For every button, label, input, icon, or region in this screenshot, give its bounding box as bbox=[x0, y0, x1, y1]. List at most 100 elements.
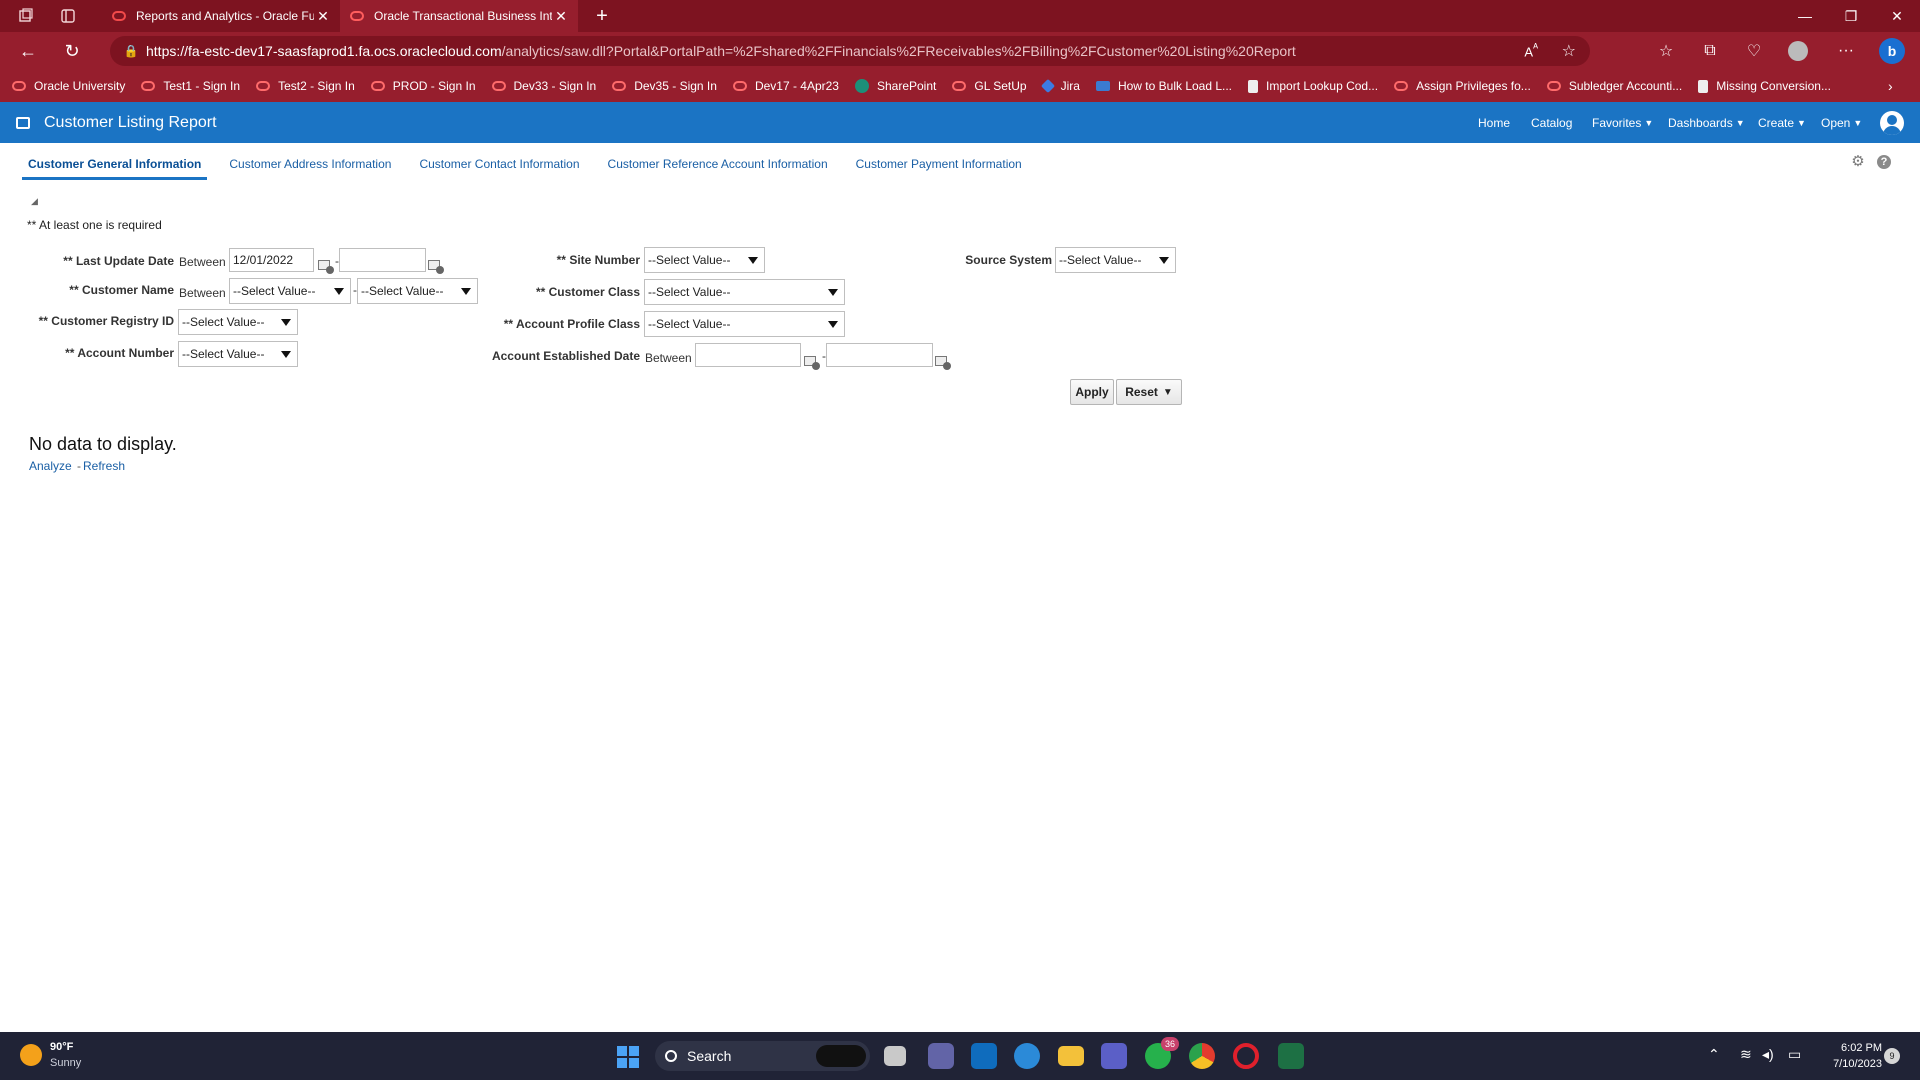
reload-icon[interactable]: ↻ bbox=[54, 35, 90, 67]
tab-customer-address-information[interactable]: Customer Address Information bbox=[223, 153, 397, 177]
close-window-icon[interactable]: ✕ bbox=[1874, 0, 1920, 32]
collapse-triangle-icon[interactable]: ◢ bbox=[31, 196, 38, 207]
bookmark-sharepoint[interactable]: SharePoint bbox=[854, 79, 936, 93]
url-path: /analytics/saw.dll?Portal&PortalPath=%2F… bbox=[501, 43, 1296, 59]
site-number-select[interactable]: --Select Value-- bbox=[644, 247, 765, 273]
calendar-icon[interactable] bbox=[804, 354, 820, 370]
url-field[interactable]: 🔒 https://fa-estc-dev17-saasfaprod1.fa.o… bbox=[110, 36, 1590, 66]
weather-temp: 90°F bbox=[50, 1041, 74, 1053]
chevron-up-icon[interactable]: ⌃ bbox=[1708, 1046, 1720, 1063]
bookmark-import-lookup[interactable]: Import Lookup Cod... bbox=[1248, 79, 1378, 93]
more-options-icon[interactable]: ··· bbox=[1828, 35, 1864, 67]
customer-class-select[interactable]: --Select Value-- bbox=[644, 279, 845, 305]
customer-registry-id-label: ** Customer Registry ID bbox=[38, 314, 174, 328]
tab-customer-general-information[interactable]: Customer General Information bbox=[22, 153, 208, 180]
bookmark-dev33[interactable]: Dev33 - Sign In bbox=[491, 79, 596, 93]
collections-icon[interactable]: ⧉ bbox=[1692, 35, 1728, 67]
bookmark-test1[interactable]: Test1 - Sign In bbox=[141, 79, 240, 93]
bookmark-oracle-university[interactable]: Oracle University bbox=[12, 79, 125, 93]
nav-dashboards[interactable]: Dashboards ▼ bbox=[1668, 102, 1745, 143]
wifi-icon[interactable]: ≋ bbox=[1740, 1046, 1752, 1063]
bookmark-dev35[interactable]: Dev35 - Sign In bbox=[612, 79, 717, 93]
nav-home[interactable]: Home bbox=[1478, 102, 1510, 143]
calendar-icon[interactable] bbox=[428, 258, 444, 274]
user-avatar-icon[interactable] bbox=[1880, 111, 1904, 135]
gear-icon[interactable]: ⚙ bbox=[1850, 154, 1866, 170]
customer-name-from-select[interactable]: --Select Value-- bbox=[229, 278, 351, 304]
profile-icon[interactable] bbox=[1780, 35, 1816, 67]
customer-name-to-select[interactable]: --Select Value-- bbox=[357, 278, 478, 304]
nav-open[interactable]: Open ▼ bbox=[1821, 102, 1862, 143]
bookmark-prod[interactable]: PROD - Sign In bbox=[370, 79, 476, 93]
excel-icon[interactable] bbox=[1278, 1043, 1304, 1069]
dashboard-menu-icon[interactable] bbox=[16, 116, 30, 129]
chrome-icon[interactable] bbox=[1189, 1043, 1215, 1069]
chevron-right-icon[interactable]: › bbox=[1888, 78, 1893, 94]
account-established-date-from[interactable] bbox=[695, 343, 801, 367]
edge-icon[interactable] bbox=[1014, 1043, 1040, 1069]
tab-customer-contact-information[interactable]: Customer Contact Information bbox=[413, 153, 585, 177]
battery-icon[interactable]: ▭ bbox=[1788, 1046, 1801, 1063]
browser-tab-active[interactable]: Oracle Transactional Business Int ✕ bbox=[340, 0, 578, 32]
sun-icon[interactable] bbox=[20, 1044, 42, 1066]
back-icon[interactable]: ← bbox=[10, 35, 46, 67]
browser-essentials-icon[interactable]: ♡ bbox=[1736, 35, 1772, 67]
last-update-date-from[interactable]: 12/01/2022 bbox=[229, 248, 314, 272]
outlook-icon[interactable] bbox=[971, 1043, 997, 1069]
close-tab-icon[interactable]: ✕ bbox=[552, 8, 570, 25]
bookmark-label: Assign Privileges fo... bbox=[1416, 79, 1531, 93]
taskbar-search[interactable]: Search bbox=[655, 1041, 870, 1071]
restore-icon[interactable]: ❐ bbox=[1828, 0, 1874, 32]
bookmark-subledger[interactable]: Subledger Accounti... bbox=[1546, 79, 1682, 93]
minimize-icon[interactable]: — bbox=[1782, 0, 1828, 32]
required-note: ** At least one is required bbox=[27, 218, 162, 232]
browser-tab[interactable]: Reports and Analytics - Oracle Fu ✕ bbox=[102, 0, 340, 32]
bookmark-bulk-load[interactable]: How to Bulk Load L... bbox=[1095, 79, 1232, 93]
windows-start-icon[interactable] bbox=[617, 1046, 639, 1068]
clock-time[interactable]: 6:02 PM bbox=[1820, 1042, 1882, 1054]
workspaces-icon[interactable] bbox=[12, 2, 40, 30]
notification-badge[interactable]: 9 bbox=[1884, 1048, 1900, 1064]
favorite-star-icon[interactable]: ☆ bbox=[1562, 41, 1576, 61]
bookmark-missing-conversion[interactable]: Missing Conversion... bbox=[1698, 79, 1831, 93]
teams-icon[interactable] bbox=[1101, 1043, 1127, 1069]
tab-customer-reference-account-information[interactable]: Customer Reference Account Information bbox=[602, 153, 834, 177]
calendar-icon[interactable] bbox=[935, 354, 951, 370]
account-profile-class-select[interactable]: --Select Value-- bbox=[644, 311, 845, 337]
favorites-bar-icon[interactable]: ☆ bbox=[1648, 35, 1684, 67]
close-tab-icon[interactable]: ✕ bbox=[314, 8, 332, 25]
tab-customer-payment-information[interactable]: Customer Payment Information bbox=[850, 153, 1028, 177]
bookmark-test2[interactable]: Test2 - Sign In bbox=[256, 79, 355, 93]
help-icon[interactable]: ? bbox=[1877, 155, 1891, 169]
bookmark-gl-setup[interactable]: GL SetUp bbox=[952, 79, 1027, 93]
teams-meet-icon[interactable] bbox=[928, 1043, 954, 1069]
jira-icon bbox=[1040, 78, 1055, 94]
calendar-icon[interactable] bbox=[318, 258, 334, 274]
file-explorer-widget-icon[interactable] bbox=[884, 1046, 906, 1066]
folder-icon[interactable] bbox=[1058, 1046, 1084, 1066]
volume-icon[interactable]: ◂) bbox=[1762, 1046, 1774, 1063]
source-system-select[interactable]: --Select Value-- bbox=[1055, 247, 1176, 273]
analyze-link[interactable]: Analyze bbox=[29, 459, 72, 473]
opera-icon[interactable] bbox=[1233, 1043, 1259, 1069]
account-established-date-to[interactable] bbox=[826, 343, 933, 367]
between-text: Between bbox=[179, 286, 226, 300]
bookmark-dev17[interactable]: Dev17 - 4Apr23 bbox=[732, 79, 839, 93]
nav-favorites[interactable]: Favorites ▼ bbox=[1592, 102, 1653, 143]
account-number-select[interactable]: --Select Value-- bbox=[178, 341, 298, 367]
site-number-label: ** Site Number bbox=[556, 253, 640, 267]
new-tab-button[interactable]: + bbox=[588, 5, 616, 28]
last-update-date-to[interactable] bbox=[339, 248, 426, 272]
bookmark-assign-privileges[interactable]: Assign Privileges fo... bbox=[1394, 79, 1531, 93]
tab-actions-icon[interactable] bbox=[54, 2, 82, 30]
customer-registry-id-select[interactable]: --Select Value-- bbox=[178, 309, 298, 335]
reset-button[interactable]: Reset ▼ bbox=[1116, 379, 1182, 405]
clock-date[interactable]: 7/10/2023 bbox=[1820, 1058, 1882, 1070]
copilot-icon[interactable]: b bbox=[1874, 35, 1910, 67]
refresh-link[interactable]: Refresh bbox=[83, 459, 125, 473]
bookmark-jira[interactable]: Jira bbox=[1040, 78, 1080, 94]
nav-create[interactable]: Create ▼ bbox=[1758, 102, 1806, 143]
read-aloud-icon[interactable]: Aᴬ bbox=[1524, 42, 1538, 59]
nav-catalog[interactable]: Catalog bbox=[1531, 102, 1572, 143]
apply-button[interactable]: Apply bbox=[1070, 379, 1114, 405]
